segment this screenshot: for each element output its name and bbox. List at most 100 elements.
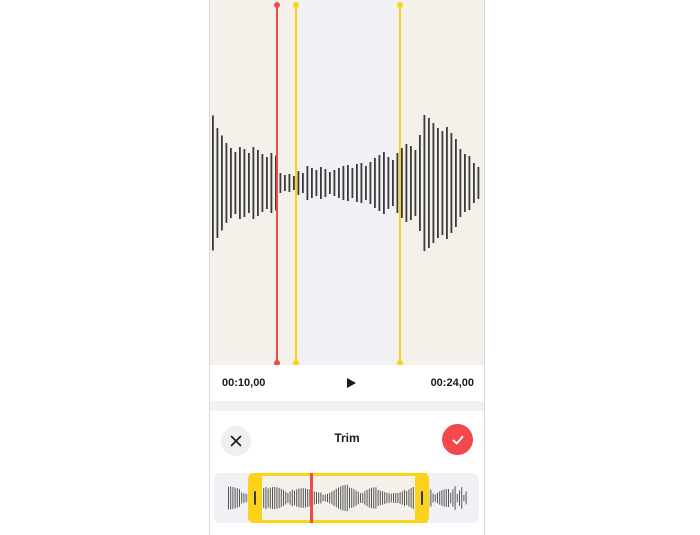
waveform-bar [360,163,363,203]
trim-scrubber[interactable] [214,473,479,523]
scrubber-waveform-bar [439,491,441,505]
scrubber-waveform-bar [430,489,432,507]
scrubber-waveform-bar [234,487,236,509]
waveform-bar [302,173,304,193]
scrubber-frame [260,473,427,523]
waveform-bar [437,128,439,238]
waveform-bar [468,156,471,210]
scrubber-waveform-bar [241,492,243,504]
waveform-bar [320,167,322,199]
scrubber-waveform-bar [443,489,445,507]
waveform-bar [378,155,381,211]
waveform-bar [383,152,385,214]
waveform-bar [297,171,300,195]
waveform-bar [428,118,430,248]
trim-start-top-knob[interactable] [293,2,299,8]
play-icon [347,378,356,388]
scrubber-waveform-bar [459,490,460,506]
waveform-bar [225,143,228,223]
waveform-bar [356,164,358,202]
scrubber-waveform-bar [448,488,449,508]
waveform-bar [284,175,286,191]
waveform-bar [230,148,232,218]
trim-screen: 00:10,00 00:24,00 Trim [210,0,484,535]
waveform-bar [392,160,394,206]
playhead-top-knob[interactable] [274,2,280,8]
playhead-line[interactable] [274,2,280,366]
trim-start-handle[interactable] [248,473,262,523]
scrubber-waveform-bar [465,491,467,505]
waveform-bar [221,135,223,231]
waveform-bar [423,115,426,251]
scrubber-waveform-bar [437,492,438,504]
waveform-bar [419,135,421,231]
waveform-bar [414,150,417,216]
trim-sheet: Trim [210,411,484,535]
waveform-bar [347,165,349,201]
waveform-bar [243,149,246,217]
scrubber-waveform-bar [461,487,463,509]
waveform-bar [270,153,273,213]
waveform-bar [477,167,480,199]
scrubber-waveform-bar [452,489,454,507]
waveform-bar [234,152,237,214]
trim-start-line[interactable] [293,2,299,366]
scrubber-waveform-bar [232,486,234,510]
waveform-bar [288,174,291,192]
checkmark-icon [452,435,463,444]
scrubber-waveform-bar [434,494,436,502]
scrubber-waveform-bar [454,486,456,510]
waveform-bar [459,149,462,217]
grip-icon [421,491,423,505]
waveform-bar [252,147,255,219]
waveform-bar [473,163,475,203]
waveform-bar [410,146,412,220]
waveform-bar [257,150,259,216]
waveform-bar [311,168,313,198]
scrubber-waveform-bar [230,486,232,510]
waveform-bar [446,127,448,239]
waveform-bar [405,144,408,222]
scrubber-waveform-bar [432,493,434,503]
trim-end-handle[interactable] [415,473,429,523]
grip-icon [254,491,256,505]
waveform-bar [248,153,250,213]
scrubber-waveform-bar [463,494,465,502]
scrubber-waveform-bar [441,490,443,506]
scrubber-waveform-bar [450,492,452,504]
waveform-bar [387,157,390,209]
scrubber-waveform-bar [245,493,247,503]
waveform-view[interactable] [210,0,484,366]
end-time: 00:24,00 [430,377,474,389]
waveform-bar [239,147,241,219]
waveform-bar [351,168,354,198]
waveform-bar [333,170,336,196]
scrubber-waveform-bar [239,489,240,507]
time-bar: 00:10,00 00:24,00 [210,365,484,401]
trim-end-top-knob[interactable] [397,2,403,8]
waveform-bar [464,154,466,212]
scrubber-waveform-bar [228,486,229,510]
scrubber-waveform-bar [445,489,447,507]
waveform-bar [365,166,367,200]
divider [210,401,484,411]
waveform-bar [212,115,214,251]
scrubber-waveform-bar [456,493,458,503]
waveform-bar [432,123,435,243]
waveform-bar [401,148,403,218]
play-button[interactable] [344,376,358,390]
confirm-button[interactable] [442,424,473,455]
scrubber-waveform-bar [236,488,238,508]
waveform-bar [315,170,318,196]
waveform-bar [261,154,264,212]
waveform-bar [279,173,282,193]
waveform-bar [306,166,309,200]
trim-end-line[interactable] [397,2,403,366]
waveform-bar [338,168,340,198]
waveform-bar [324,169,327,197]
waveform-bar [266,157,268,209]
waveform-bar [216,128,219,238]
scrubber-playhead[interactable] [310,473,313,523]
waveform-bar [329,172,331,194]
device-edge-right [484,0,485,535]
